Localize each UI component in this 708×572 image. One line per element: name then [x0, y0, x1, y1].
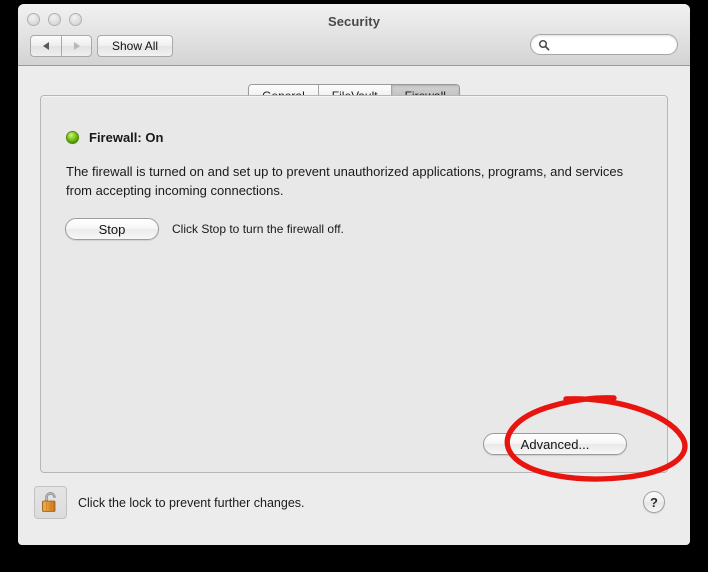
- forward-button[interactable]: [61, 35, 92, 57]
- firewall-toggle-row: Stop Click Stop to turn the firewall off…: [65, 218, 344, 240]
- firewall-status-label: Firewall: On: [89, 130, 164, 145]
- screen: Security Show All Firewall: On The firew…: [0, 0, 708, 572]
- firewall-toggle-hint: Click Stop to turn the firewall off.: [172, 222, 344, 236]
- status-indicator-icon: [66, 131, 79, 144]
- window-titlebar: Security Show All: [18, 4, 690, 66]
- unlocked-padlock-icon: [41, 491, 56, 512]
- back-button[interactable]: [30, 35, 61, 57]
- show-all-button[interactable]: Show All: [97, 35, 174, 57]
- lock-row: Click the lock to prevent further change…: [34, 486, 305, 519]
- advanced-button[interactable]: Advanced...: [483, 433, 627, 455]
- navigation-buttons: [30, 35, 92, 57]
- search-icon: [538, 39, 550, 51]
- help-button[interactable]: ?: [643, 491, 665, 513]
- security-preferences-window: Security Show All Firewall: On The firew…: [18, 4, 690, 545]
- lock-caption: Click the lock to prevent further change…: [78, 495, 305, 510]
- search-field[interactable]: [530, 34, 678, 55]
- firewall-status-row: Firewall: On: [66, 130, 163, 145]
- page-title: Security: [327, 14, 381, 29]
- chevron-right-icon: [73, 42, 80, 50]
- lock-button[interactable]: [34, 486, 67, 519]
- chevron-left-icon: [43, 42, 49, 50]
- firewall-description: The firewall is turned on and set up to …: [66, 164, 624, 198]
- stop-button[interactable]: Stop: [65, 218, 159, 240]
- firewall-panel: Firewall: On The firewall is turned on a…: [40, 95, 668, 473]
